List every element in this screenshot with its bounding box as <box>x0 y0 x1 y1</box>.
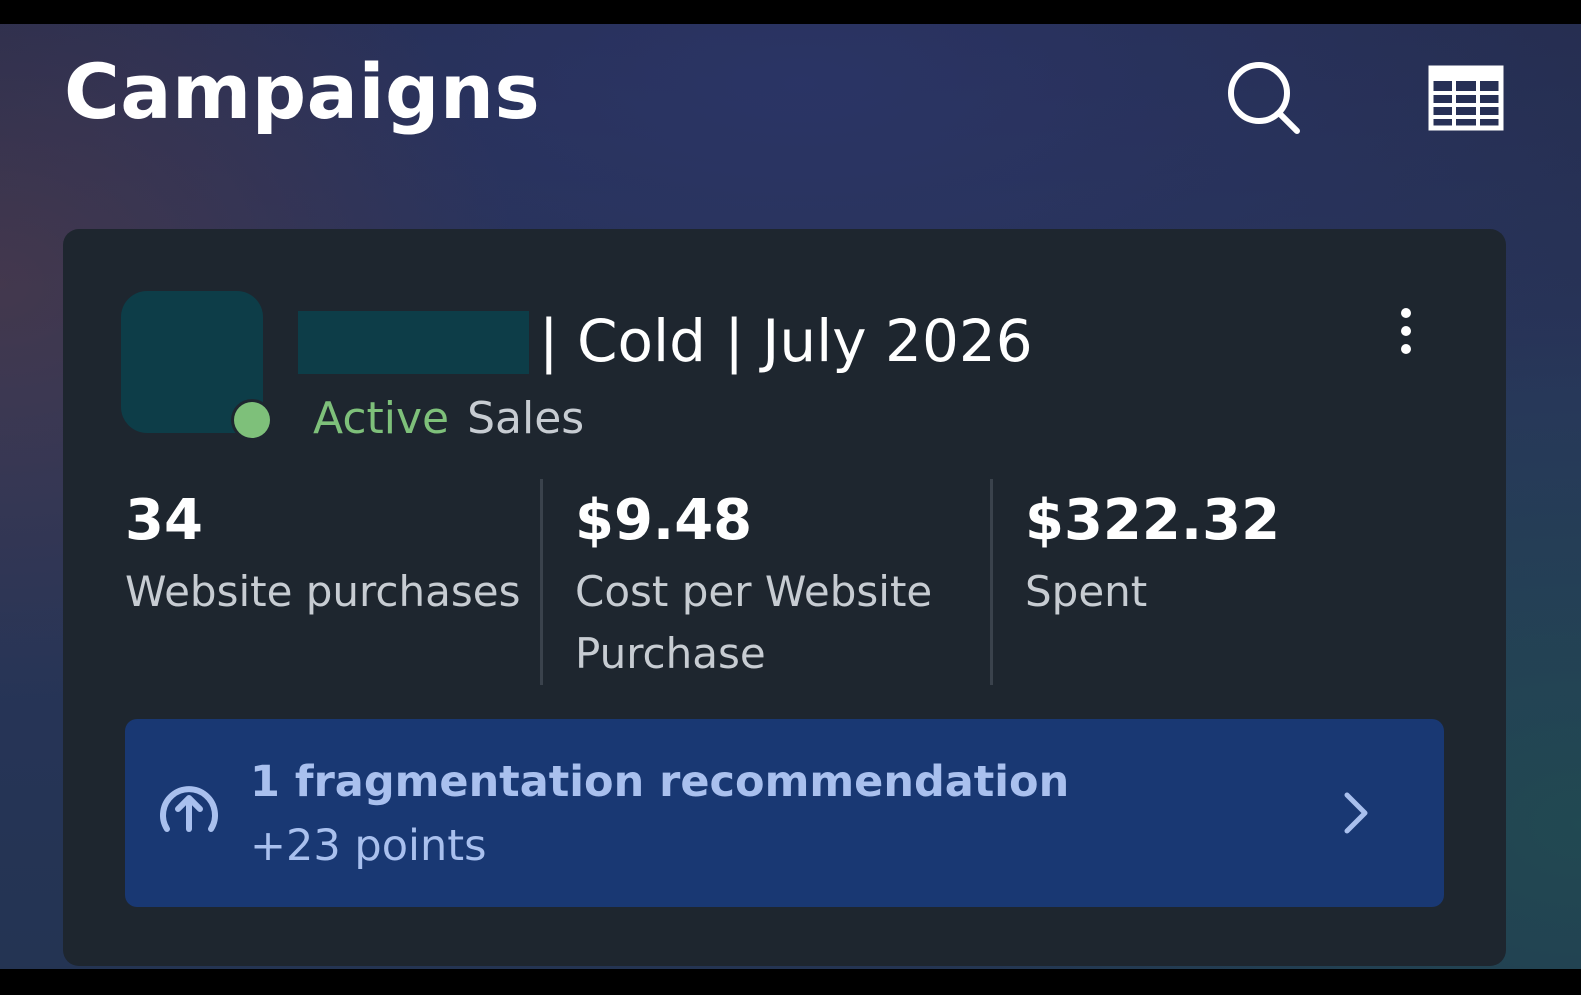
campaigns-screen: Campaigns | Cold | July 2026 Active Sales <box>0 24 1581 969</box>
chevron-right-icon <box>1344 792 1368 834</box>
metric-website-purchases: 34 Website purchases <box>125 479 545 689</box>
metric-value: $9.48 <box>575 488 753 553</box>
table-view-icon <box>1428 65 1504 131</box>
status-label: Active <box>313 393 450 444</box>
recommendation-banner[interactable]: 1 fragmentation recommendation +23 point… <box>125 719 1444 907</box>
objective-label: Sales <box>467 393 585 444</box>
recommendation-title: 1 fragmentation recommendation <box>250 757 1070 807</box>
more-vertical-icon <box>1401 308 1411 354</box>
metric-divider <box>990 479 993 685</box>
metric-label: Website purchases <box>125 567 521 616</box>
metric-divider <box>540 479 543 685</box>
bottom-bar <box>0 969 1581 995</box>
metric-value: $322.32 <box>1025 488 1281 553</box>
campaign-name-redacted <box>298 311 529 374</box>
table-view-button[interactable] <box>1426 58 1506 138</box>
metric-label: Cost per Website Purchase <box>575 567 933 678</box>
campaign-card[interactable]: | Cold | July 2026 Active Sales 34 Websit… <box>63 229 1506 966</box>
arrow-up-circle-icon <box>160 786 218 832</box>
recommendation-points: +23 points <box>250 821 487 871</box>
campaign-name[interactable]: | Cold | July 2026 <box>539 301 1033 381</box>
status-dot <box>234 402 270 438</box>
metric-spent: $322.32 Spent <box>1025 479 1445 689</box>
metric-label: Spent <box>1025 567 1148 616</box>
status-indicator <box>231 399 273 441</box>
metric-value: 34 <box>125 488 203 553</box>
metric-cost-per-purchase: $9.48 Cost per Website Purchase <box>575 479 995 689</box>
campaign-status-line: Active Sales <box>313 389 584 449</box>
search-button[interactable] <box>1224 58 1304 138</box>
page-title: Campaigns <box>64 47 541 136</box>
more-options-button[interactable] <box>1381 301 1431 361</box>
search-icon <box>1228 62 1300 134</box>
metrics-row: 34 Website purchases $9.48 Cost per Webs… <box>63 479 1506 689</box>
